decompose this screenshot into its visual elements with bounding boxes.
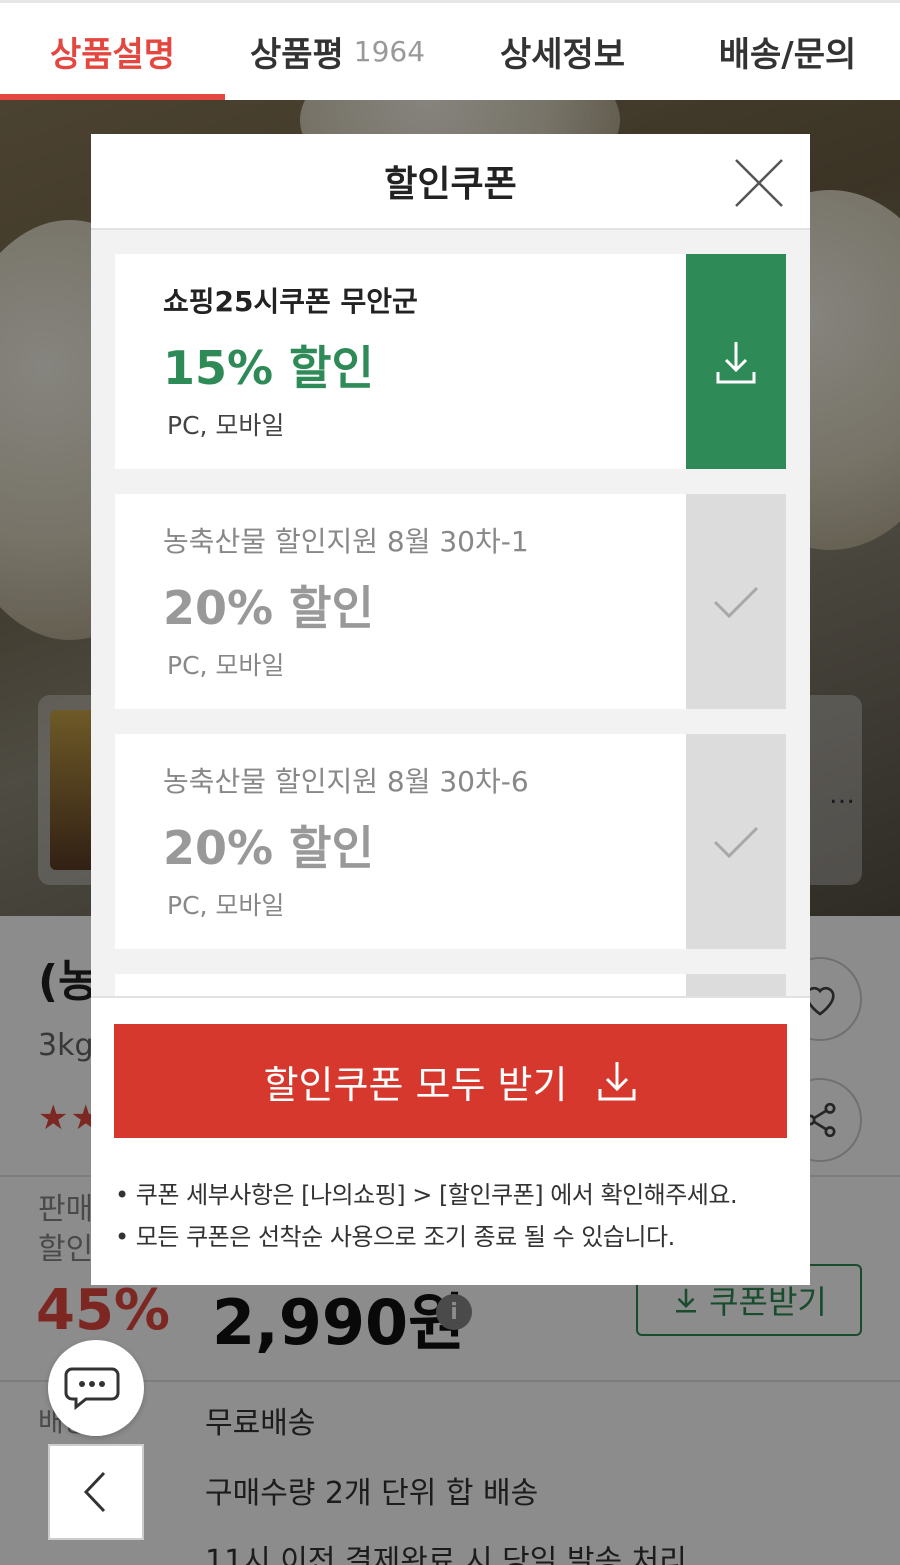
- coupon-downloaded-indicator: [686, 974, 786, 996]
- coupon-list[interactable]: 쇼핑25시쿠폰 무안군 15% 할인 PC, 모바일 농축산물 할인지원 8월 …: [115, 254, 786, 996]
- tab-shipping-inquiry[interactable]: 배송/문의: [675, 3, 900, 100]
- coupon-downloaded-indicator: [686, 494, 786, 709]
- coupon-name: 농축산물 할인지원 8월 30차-6: [163, 765, 529, 798]
- download-icon: [716, 341, 756, 383]
- modal-header: 할인쿠폰: [91, 134, 810, 230]
- download-icon: [598, 1062, 636, 1101]
- download-all-label: 할인쿠폰 모두 받기: [263, 1062, 568, 1107]
- coupon-download-button[interactable]: [686, 254, 786, 469]
- coupon-name: 쇼핑25시쿠폰 무안군: [163, 285, 418, 318]
- chat-bubble-icon: [64, 1367, 120, 1411]
- coupon-item-partial: [115, 974, 786, 996]
- product-tab-bar: 상품설명 상품평 1964 상세정보 배송/문의: [0, 0, 900, 100]
- tab-description[interactable]: 상품설명: [0, 3, 225, 100]
- coupon-rate: 20% 할인: [163, 581, 374, 635]
- modal-footer: 할인쿠폰 모두 받기 쿠폰 세부사항은 [나의쇼핑] > [할인쿠폰] 에서 확…: [91, 996, 810, 1285]
- checkmark-icon: [713, 586, 759, 618]
- coupon-scope: PC, 모바일: [167, 891, 285, 920]
- tab-reviews[interactable]: 상품평 1964: [225, 3, 450, 100]
- coupon-modal: 할인쿠폰 쇼핑25시쿠폰 무안군 15% 할인 PC, 모바일 농축산물 할인지…: [91, 134, 810, 1285]
- coupon-scope: PC, 모바일: [167, 411, 285, 440]
- coupon-rate: 15% 할인: [163, 341, 374, 395]
- coupon-item: 쇼핑25시쿠폰 무안군 15% 할인 PC, 모바일: [115, 254, 786, 469]
- review-count: 1964: [353, 35, 426, 68]
- tab-details[interactable]: 상세정보: [450, 3, 675, 100]
- close-icon[interactable]: [732, 156, 786, 210]
- coupon-scope: PC, 모바일: [167, 651, 285, 680]
- back-button[interactable]: [48, 1444, 144, 1540]
- coupon-item: 농축산물 할인지원 8월 30차-1 20% 할인 PC, 모바일: [115, 494, 786, 709]
- chat-button[interactable]: [48, 1340, 144, 1436]
- download-all-coupons-button[interactable]: 할인쿠폰 모두 받기: [114, 1024, 787, 1138]
- coupon-downloaded-indicator: [686, 734, 786, 949]
- coupon-note: 모든 쿠폰은 선착순 사용으로 조기 종료 될 수 있습니다.: [115, 1216, 737, 1258]
- checkmark-icon: [713, 826, 759, 858]
- tab-details-label: 상세정보: [499, 35, 626, 75]
- chevron-left-icon: [83, 1471, 106, 1513]
- modal-title: 할인쿠폰: [384, 164, 517, 205]
- tab-shipping-label: 배송/문의: [718, 35, 857, 75]
- coupon-name: 농축산물 할인지원 8월 30차-1: [163, 525, 529, 558]
- coupon-note: 쿠폰 세부사항은 [나의쇼핑] > [할인쿠폰] 에서 확인해주세요.: [115, 1174, 738, 1216]
- coupon-item: 농축산물 할인지원 8월 30차-6 20% 할인 PC, 모바일: [115, 734, 786, 949]
- tab-reviews-label: 상품평: [249, 35, 344, 75]
- tab-description-label: 상품설명: [49, 35, 176, 75]
- coupon-rate: 20% 할인: [163, 821, 374, 875]
- coupon-notes: 쿠폰 세부사항은 [나의쇼핑] > [할인쿠폰] 에서 확인해주세요. 모든 쿠…: [115, 1174, 738, 1258]
